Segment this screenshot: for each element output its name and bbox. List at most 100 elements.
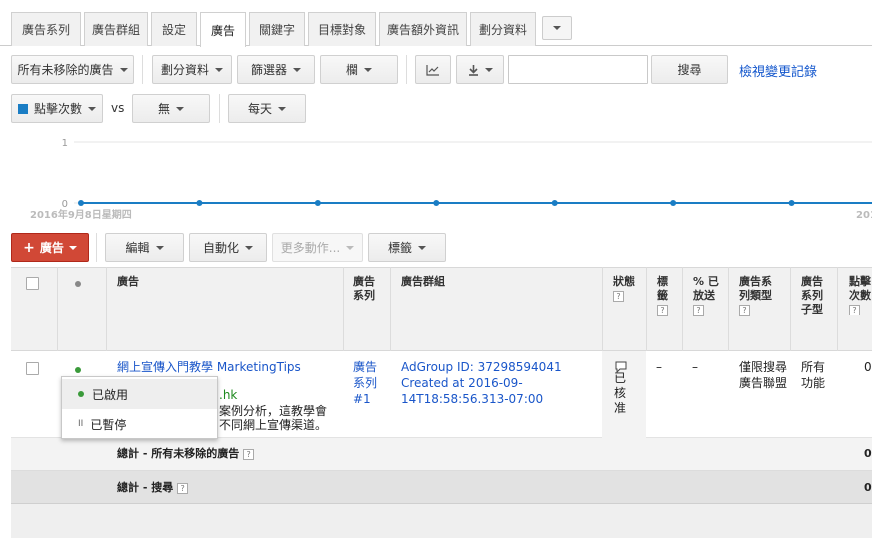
columns-label: 欄 (345, 63, 358, 77)
compare-label: 無 (157, 102, 170, 116)
ad-display-url: .hk (219, 388, 238, 402)
total-row-search: 總計 - 搜尋 ? 0 (11, 471, 872, 504)
tab-segments[interactable]: 劃分資料 (470, 12, 536, 46)
chevron-down-icon (418, 245, 426, 250)
header-pct-served[interactable]: % 已放送? (693, 275, 723, 317)
more-actions-dropdown[interactable]: 更多動作... (272, 233, 363, 262)
data-point[interactable] (551, 200, 558, 206)
campaign-subtype-value: 所有功能 (801, 360, 826, 390)
enabled-dot-icon (78, 391, 84, 397)
data-point[interactable] (433, 200, 440, 206)
header-campaign-type[interactable]: 廣告系列類型? (739, 275, 779, 317)
select-all-checkbox[interactable] (26, 277, 39, 290)
filter-dropdown[interactable]: 篩選器 (237, 55, 315, 84)
ad-filter-label: 所有未移除的廣告 (17, 63, 114, 77)
data-point[interactable] (670, 200, 677, 206)
status-paused-label: 已暫停 (90, 417, 127, 432)
header-status[interactable]: 狀態? (613, 275, 635, 303)
labels-value: – (656, 360, 662, 374)
segment-label: 劃分資料 (160, 63, 209, 77)
header-ad-group[interactable]: 廣告群組 (401, 275, 445, 289)
segment-dropdown[interactable]: 劃分資料 (152, 55, 232, 84)
add-ad-button[interactable]: + 廣告 (11, 233, 89, 262)
download-dropdown[interactable] (456, 55, 504, 84)
header-campaign-subtype[interactable]: 廣告系列子型 (801, 275, 829, 317)
columns-dropdown[interactable]: 欄 (320, 55, 398, 84)
toggle-graph-button[interactable] (415, 55, 451, 84)
chevron-down-icon (245, 245, 253, 250)
data-point[interactable] (788, 200, 795, 206)
more-tabs-button[interactable] (542, 16, 572, 40)
ad-headline-link[interactable]: 網上宣傳入門教學 MarketingTips (117, 359, 301, 375)
help-icon[interactable]: ? (849, 304, 860, 315)
chevron-down-icon (155, 245, 164, 250)
divider (406, 55, 407, 84)
period-label: 每天 (247, 102, 272, 116)
total-search-label: 總計 - 搜尋 ? (117, 480, 189, 496)
tab-settings[interactable]: 設定 (151, 12, 197, 46)
more-actions-label: 更多動作... (280, 241, 341, 255)
row-checkbox[interactable] (26, 362, 39, 375)
search-button[interactable]: 搜尋 (651, 55, 728, 84)
tab-ad-extensions[interactable]: 廣告額外資訊 (379, 12, 467, 46)
automate-label: 自動化 (202, 241, 239, 255)
metric-label: 點擊次數 (33, 102, 82, 116)
ad-filter-dropdown[interactable]: 所有未移除的廣告 (11, 55, 134, 84)
header-status-label: 狀態 (613, 275, 635, 288)
help-icon[interactable]: ? (693, 304, 704, 316)
tab-campaigns[interactable]: 廣告系列 (11, 12, 81, 46)
campaign-link[interactable]: 廣告系列 #1 (353, 359, 387, 407)
add-ad-label: 廣告 (39, 241, 64, 255)
tab-audiences[interactable]: 目標對象 (308, 12, 376, 46)
status-column-icon (75, 281, 81, 287)
status-menu-enabled[interactable]: 已啟用 (62, 379, 217, 409)
period-dropdown[interactable]: 每天 (228, 94, 306, 123)
help-icon[interactable]: ? (243, 448, 255, 460)
total-search-text: 總計 - 搜尋 (117, 481, 174, 494)
chevron-down-icon (346, 245, 355, 250)
chevron-down-icon (176, 106, 184, 111)
help-icon[interactable]: ? (739, 304, 750, 316)
chevron-down-icon (484, 67, 493, 72)
metric-dropdown[interactable]: 點擊次數 (11, 94, 103, 123)
chevron-down-icon (278, 106, 286, 111)
total-all-clicks: 0 (864, 447, 872, 460)
help-icon[interactable]: ? (657, 304, 668, 316)
header-campaign-type-label: 廣告系列類型 (739, 275, 772, 302)
pause-icon: II (78, 419, 84, 429)
header-labels[interactable]: 標籤? (657, 275, 673, 317)
help-icon[interactable]: ? (177, 482, 189, 494)
compare-metric-dropdown[interactable]: 無 (132, 94, 210, 123)
status-menu-paused[interactable]: II 已暫停 (62, 409, 217, 439)
status-dot-icon[interactable] (75, 367, 81, 373)
x-start-label: 2016年9月8日星期四 (30, 208, 132, 221)
header-campaign[interactable]: 廣告系列 (353, 275, 383, 303)
data-point[interactable] (314, 200, 321, 206)
pct-served-value: – (692, 360, 698, 374)
edit-dropdown[interactable]: 編輯 (105, 233, 184, 262)
labels-dropdown[interactable]: 標籤 (368, 233, 446, 262)
vs-label: vs (111, 101, 125, 115)
status-text: 已核准 (614, 371, 627, 415)
tab-bar: 廣告系列 廣告群組 設定 廣告 關鍵字 目標對象 廣告額外資訊 劃分資料 (0, 0, 872, 47)
automate-dropdown[interactable]: 自動化 (189, 233, 267, 262)
chevron-down-icon (293, 67, 301, 72)
tab-keywords[interactable]: 關鍵字 (249, 12, 305, 46)
search-input[interactable] (508, 55, 648, 84)
total-all-text: 總計 - 所有未移除的廣告 (117, 447, 240, 460)
chevron-down-icon (215, 67, 223, 72)
ad-description-2: 不同網上宣傳渠道。 (219, 418, 328, 432)
labels-label: 標籤 (387, 241, 412, 255)
header-clicks[interactable]: 點擊次數? (849, 275, 872, 315)
help-icon[interactable]: ? (613, 290, 624, 302)
clicks-value: 0 (864, 360, 872, 374)
table-footer-space (11, 504, 872, 538)
tab-ads[interactable]: 廣告 (200, 12, 246, 47)
change-history-link[interactable]: 檢視變更記錄 (739, 61, 817, 80)
header-ad[interactable]: 廣告 (117, 275, 139, 289)
tab-ad-groups[interactable]: 廣告群組 (84, 12, 148, 46)
data-point[interactable] (196, 200, 203, 206)
status-enabled-label: 已啟用 (92, 387, 129, 402)
data-point[interactable] (78, 200, 84, 206)
ad-group-link[interactable]: AdGroup ID: 37298594041 Created at 2016-… (401, 359, 597, 407)
